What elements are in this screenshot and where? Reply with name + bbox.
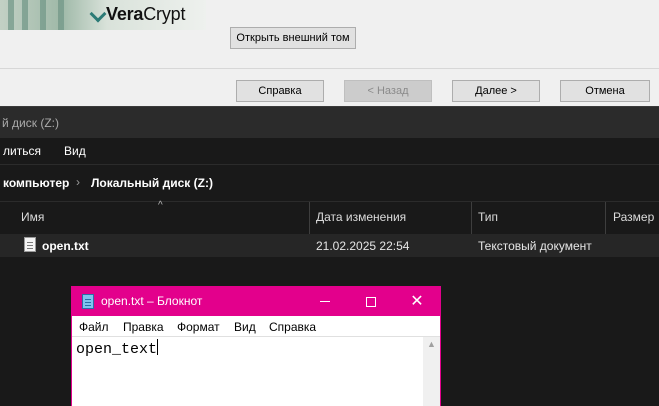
close-button[interactable]: ✕ <box>394 287 440 316</box>
vertical-scrollbar[interactable]: ▲ <box>423 337 440 406</box>
column-date[interactable]: Дата изменения <box>316 210 406 224</box>
notepad-icon <box>82 294 94 309</box>
column-divider[interactable] <box>605 202 606 234</box>
sort-ascending-icon: ^ <box>158 200 163 211</box>
next-button[interactable]: Далее > <box>452 80 540 102</box>
maximize-icon <box>366 296 376 307</box>
cancel-button[interactable]: Отмена <box>560 80 650 102</box>
menu-view[interactable]: Вид <box>234 320 256 334</box>
file-type: Текстовый документ <box>478 239 592 253</box>
file-date: 21.02.2025 22:54 <box>316 239 410 253</box>
explorer-menubar: литься Вид <box>0 138 659 164</box>
veracrypt-logo-icon <box>89 5 107 23</box>
menu-help[interactable]: Справка <box>269 320 316 334</box>
notepad-title: open.txt – Блокнот <box>101 294 203 308</box>
breadcrumb-drive[interactable]: Локальный диск (Z:) <box>91 176 213 190</box>
menu-edit[interactable]: Правка <box>123 320 164 334</box>
file-name: open.txt <box>42 239 89 253</box>
breadcrumb-computer[interactable]: компьютер <box>3 176 69 190</box>
veracrypt-logo: VeraCrypt <box>106 4 186 24</box>
column-name[interactable]: Имя <box>21 210 44 224</box>
notepad-menubar: Файл Правка Формат Вид Справка <box>72 316 440 336</box>
maximize-button[interactable] <box>348 287 394 316</box>
menu-view[interactable]: Вид <box>64 144 86 158</box>
menu-format[interactable]: Формат <box>177 320 220 334</box>
minimize-icon <box>320 301 330 302</box>
text-file-icon <box>24 237 36 252</box>
column-divider[interactable] <box>471 202 472 234</box>
menu-file[interactable]: Файл <box>79 320 109 334</box>
menu-share[interactable]: литься <box>3 144 41 158</box>
scroll-up-icon[interactable]: ▲ <box>423 339 440 349</box>
notepad-window: open.txt – Блокнот ✕ Файл Правка Формат … <box>71 286 441 406</box>
desktop: VeraCrypt Открыть внешний том Справка < … <box>0 0 659 406</box>
back-button[interactable]: < Назад <box>344 80 432 102</box>
explorer-titlebar[interactable]: й диск (Z:) <box>0 106 659 138</box>
explorer-title: й диск (Z:) <box>2 116 59 130</box>
open-outer-volume-button[interactable]: Открыть внешний том <box>230 27 356 49</box>
column-size[interactable]: Размер <box>613 210 654 224</box>
column-type[interactable]: Тип <box>478 210 498 224</box>
veracrypt-wizard-window: VeraCrypt Открыть внешний том Справка < … <box>0 0 659 106</box>
close-icon: ✕ <box>410 292 424 310</box>
minimize-button[interactable] <box>302 287 348 316</box>
text-caret <box>157 339 159 355</box>
divider <box>0 68 659 69</box>
notepad-titlebar[interactable]: open.txt – Блокнот ✕ <box>72 287 440 316</box>
column-headers: ^ Имя Дата изменения Тип Размер <box>0 200 659 234</box>
help-button[interactable]: Справка <box>236 80 324 102</box>
chevron-right-icon: › <box>76 175 80 189</box>
file-row[interactable]: open.txt 21.02.2025 22:54 Текстовый доку… <box>0 234 659 257</box>
notepad-content: open_text <box>76 341 158 358</box>
column-divider[interactable] <box>309 202 310 234</box>
notepad-text-area[interactable]: open_text ▲ <box>72 336 440 406</box>
address-bar[interactable]: компьютер › Локальный диск (Z:) <box>0 164 659 202</box>
veracrypt-banner: VeraCrypt <box>0 0 206 30</box>
